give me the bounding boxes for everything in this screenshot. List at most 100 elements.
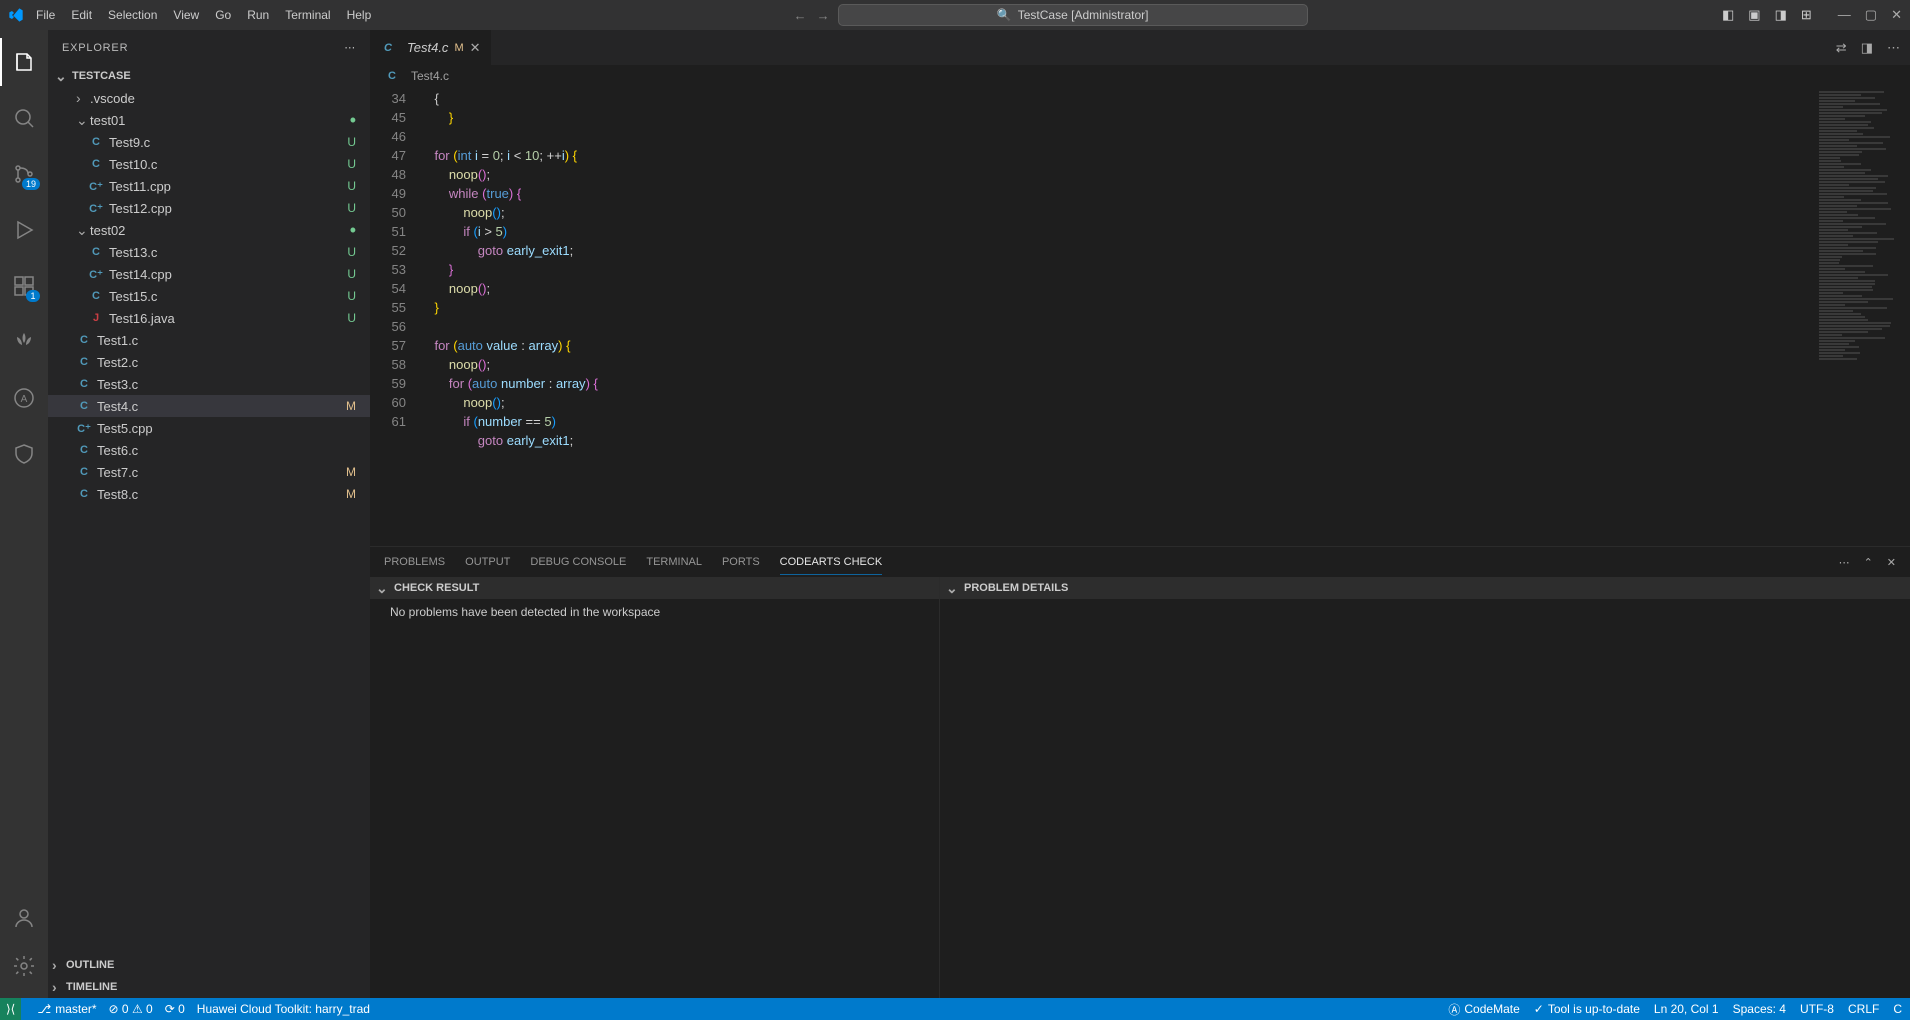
activity-huawei[interactable] xyxy=(0,318,48,366)
folder-test01[interactable]: ⌄test01• xyxy=(48,109,370,131)
activity-search[interactable] xyxy=(0,94,48,142)
file-test9-c[interactable]: CTest9.cU xyxy=(48,131,370,153)
code-editor[interactable]: 344546474849505152535455565758596061 { }… xyxy=(370,87,1910,546)
menu-run[interactable]: Run xyxy=(239,4,277,26)
workspace-header[interactable]: ⌄ TESTCASE xyxy=(48,65,370,87)
editor-more-icon[interactable]: ⋯ xyxy=(1887,40,1900,56)
file-test14-cpp[interactable]: C⁺Test14.cppU xyxy=(48,263,370,285)
editor-area: C Test4.c M ✕ ⇄ ◨ ⋯ C Test4.c 3445464748… xyxy=(370,30,1910,998)
outline-section[interactable]: ›OUTLINE xyxy=(48,954,370,976)
command-center[interactable]: 🔍 TestCase [Administrator] xyxy=(838,4,1308,26)
minimap[interactable] xyxy=(1815,87,1910,546)
panel-tab-terminal[interactable]: TERMINAL xyxy=(646,550,702,574)
status-problems[interactable]: ⊘ 0 ⚠ 0 xyxy=(109,1002,153,1016)
status-tool-uptodate[interactable]: ✓Tool is up-to-date xyxy=(1534,1002,1640,1016)
remote-icon: ⟩⟨ xyxy=(6,1002,15,1016)
split-editor-icon[interactable]: ◨ xyxy=(1861,40,1873,56)
title-bar: FileEditSelectionViewGoRunTerminalHelp ←… xyxy=(0,0,1910,30)
layout-customize-icon[interactable]: ⊞ xyxy=(1801,7,1812,23)
file-test6-c[interactable]: CTest6.c xyxy=(48,439,370,461)
status-codemate[interactable]: ⒶCodeMate xyxy=(1448,1001,1519,1018)
folder--vscode[interactable]: ›.vscode xyxy=(48,87,370,109)
panel-tab-problems[interactable]: PROBLEMS xyxy=(384,550,445,574)
file-test12-cpp[interactable]: C⁺Test12.cppU xyxy=(48,197,370,219)
scm-decoration: • xyxy=(350,115,356,125)
activity-account[interactable] xyxy=(0,894,48,942)
file-test16-java[interactable]: JTest16.javaU xyxy=(48,307,370,329)
layout-panel-icon[interactable]: ▣ xyxy=(1748,7,1760,23)
scm-decoration: U xyxy=(347,311,356,325)
scm-decoration: U xyxy=(347,267,356,281)
file-test2-c[interactable]: CTest2.c xyxy=(48,351,370,373)
panel-more-icon[interactable]: ⋯ xyxy=(1839,556,1850,569)
file-label: Test8.c xyxy=(97,487,138,502)
status-branch[interactable]: ⎇master* xyxy=(37,1002,96,1016)
remote-indicator[interactable]: ⟩⟨ xyxy=(0,998,21,1020)
file-label: Test4.c xyxy=(97,399,138,414)
scm-decoration: • xyxy=(350,225,356,235)
menu-help[interactable]: Help xyxy=(339,4,380,26)
window-close-icon[interactable]: ✕ xyxy=(1891,7,1902,23)
file-test5-cpp[interactable]: C⁺Test5.cpp xyxy=(48,417,370,439)
sidebar-more-icon[interactable]: ⋯ xyxy=(344,41,356,54)
window-maximize-icon[interactable]: ▢ xyxy=(1865,7,1877,23)
nav-back-icon[interactable]: ← xyxy=(794,8,807,23)
activity-shield[interactable] xyxy=(0,430,48,478)
menu-go[interactable]: Go xyxy=(207,4,239,26)
status-eol[interactable]: CRLF xyxy=(1848,1002,1879,1016)
file-test8-c[interactable]: CTest8.cM xyxy=(48,483,370,505)
status-cursor[interactable]: Ln 20, Col 1 xyxy=(1654,1002,1719,1016)
menu-terminal[interactable]: Terminal xyxy=(277,4,338,26)
panel-tab-ports[interactable]: PORTS xyxy=(722,550,760,574)
status-ports[interactable]: ⟳ 0 xyxy=(165,1002,185,1016)
compare-changes-icon[interactable]: ⇄ xyxy=(1836,40,1847,56)
panel-maximize-icon[interactable]: ⌃ xyxy=(1864,556,1873,569)
nav-forward-icon[interactable]: → xyxy=(817,8,830,23)
status-bar: ⟩⟨ ⎇master* ⊘ 0 ⚠ 0 ⟳ 0 Huawei Cloud Too… xyxy=(0,998,1910,1020)
sidebar: EXPLORER ⋯ ⌄ TESTCASE ›.vscode⌄test01•CT… xyxy=(48,30,370,998)
file-test7-c[interactable]: CTest7.cM xyxy=(48,461,370,483)
timeline-section[interactable]: ›TIMELINE xyxy=(48,976,370,998)
file-test1-c[interactable]: CTest1.c xyxy=(48,329,370,351)
activity-run-debug[interactable] xyxy=(0,206,48,254)
menu-view[interactable]: View xyxy=(165,4,207,26)
window-minimize-icon[interactable]: — xyxy=(1838,7,1851,23)
file-test13-c[interactable]: CTest13.cU xyxy=(48,241,370,263)
scm-decoration: U xyxy=(347,179,356,193)
file-label: Test16.java xyxy=(109,311,175,326)
panel-tab-output[interactable]: OUTPUT xyxy=(465,550,510,574)
file-test11-cpp[interactable]: C⁺Test11.cppU xyxy=(48,175,370,197)
breadcrumb[interactable]: C Test4.c xyxy=(370,65,1910,87)
activity-settings[interactable] xyxy=(0,942,48,990)
menu-edit[interactable]: Edit xyxy=(63,4,100,26)
status-spaces[interactable]: Spaces: 4 xyxy=(1733,1002,1786,1016)
status-language[interactable]: C xyxy=(1893,1002,1902,1016)
activity-source-control[interactable]: 19 xyxy=(0,150,48,198)
check-result-title: CHECK RESULT xyxy=(394,582,479,594)
file-test15-c[interactable]: CTest15.cU xyxy=(48,285,370,307)
menu-selection[interactable]: Selection xyxy=(100,4,165,26)
activity-ai[interactable]: A xyxy=(0,374,48,422)
file-test4-c[interactable]: CTest4.cM xyxy=(48,395,370,417)
folder-test02[interactable]: ⌄test02• xyxy=(48,219,370,241)
file-label: Test14.cpp xyxy=(109,267,172,282)
layout-primary-icon[interactable]: ◧ xyxy=(1722,7,1734,23)
file-test10-c[interactable]: CTest10.cU xyxy=(48,153,370,175)
status-encoding[interactable]: UTF-8 xyxy=(1800,1002,1834,1016)
panel-tab-codearts-check[interactable]: CODEARTS CHECK xyxy=(780,550,882,575)
tab-close-icon[interactable]: ✕ xyxy=(470,40,481,56)
status-toolkit[interactable]: Huawei Cloud Toolkit: harry_trad xyxy=(197,1002,370,1016)
editor-tab[interactable]: C Test4.c M ✕ xyxy=(370,30,491,65)
panel-close-icon[interactable]: ✕ xyxy=(1887,556,1896,569)
bottom-panel: PROBLEMS OUTPUT DEBUG CONSOLE TERMINAL PORTS… xyxy=(370,546,1910,998)
activity-extensions[interactable]: 1 xyxy=(0,262,48,310)
code-content[interactable]: { } for (int i = 0; i < 10; ++i) { noop(… xyxy=(420,87,1815,546)
menu-file[interactable]: File xyxy=(28,4,63,26)
branch-icon: ⎇ xyxy=(37,1002,51,1016)
panel-tab-debug-console[interactable]: DEBUG CONSOLE xyxy=(530,550,626,574)
activity-explorer[interactable] xyxy=(0,38,48,86)
file-test3-c[interactable]: CTest3.c xyxy=(48,373,370,395)
panel-tabs: PROBLEMS OUTPUT DEBUG CONSOLE TERMINAL PORTS… xyxy=(370,547,1910,577)
layout-secondary-icon[interactable]: ◨ xyxy=(1775,7,1787,23)
file-label: Test3.c xyxy=(97,377,138,392)
